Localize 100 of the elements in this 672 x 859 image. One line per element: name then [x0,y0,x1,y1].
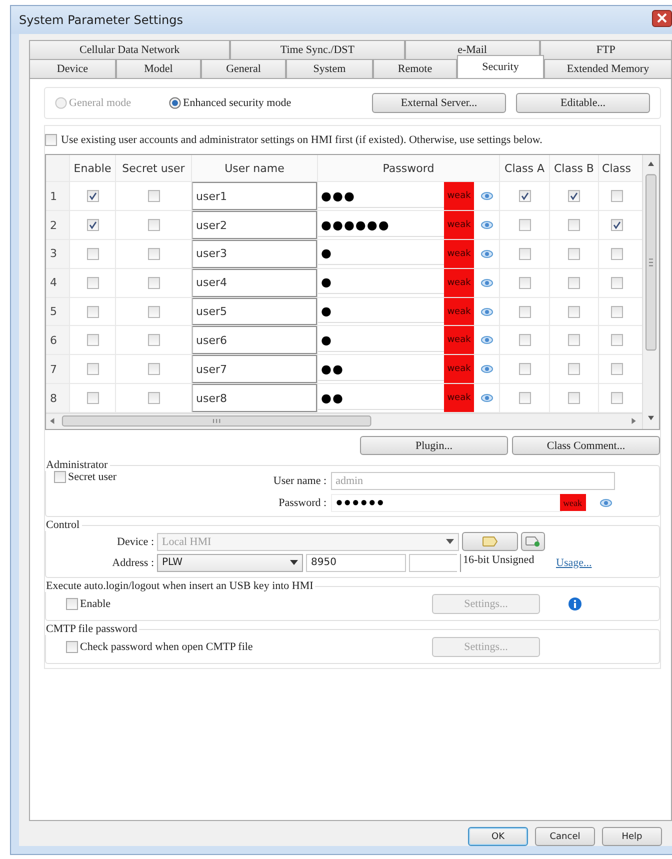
tab[interactable]: Extended Memory [544,59,672,78]
tab[interactable]: General [200,59,286,78]
checkbox[interactable] [148,334,160,346]
tab[interactable]: Remote [372,59,458,78]
horizontal-scrollbar[interactable] [46,412,642,429]
checkbox[interactable] [518,276,530,289]
tab[interactable]: Security [457,55,544,78]
eye-icon[interactable] [480,394,492,402]
checkbox[interactable] [148,306,160,318]
vertical-scrollbar[interactable] [642,155,659,429]
checkbox[interactable] [518,363,530,376]
checkbox[interactable] [54,471,66,483]
checkbox[interactable] [518,190,530,202]
checkbox[interactable] [86,219,98,232]
tab[interactable]: Device [29,59,116,78]
eye-icon[interactable] [480,308,492,316]
checkbox[interactable] [610,219,622,232]
checkbox[interactable] [610,190,622,202]
user-name-field[interactable]: user3 [192,240,317,268]
checkbox[interactable] [148,219,160,232]
checkbox[interactable] [610,392,622,404]
checkbox[interactable] [568,334,580,346]
checkbox[interactable] [610,334,622,346]
checkbox[interactable] [86,248,98,260]
strength-indicator: weak [444,240,474,268]
icon-button[interactable] [462,532,518,551]
dialog-button[interactable]: Plugin... [360,436,508,455]
user-name-field[interactable]: user6 [192,326,317,354]
tab[interactable]: Model [116,59,201,78]
user-name-field[interactable]: user5 [192,298,317,326]
checkbox[interactable] [610,306,622,318]
eye-icon[interactable] [480,221,492,230]
radio-option[interactable]: Enhanced security mode [169,97,292,109]
close-button[interactable] [652,10,672,26]
column-header: Password [318,155,500,182]
user-name-field[interactable]: user1 [192,182,317,210]
row-number: 2 [46,211,70,240]
dialog-button[interactable]: External Server... [372,93,506,113]
radio-icon [169,97,181,109]
checkbox[interactable] [568,306,580,318]
dialog-button[interactable]: Help [602,827,662,846]
checkbox[interactable] [86,306,98,318]
eye-icon[interactable] [600,498,612,506]
address-index-field[interactable] [409,554,457,572]
checkbox[interactable] [518,219,530,232]
tab[interactable]: System [286,59,373,78]
address-field[interactable]: 8950 [306,554,406,572]
checkbox[interactable] [148,248,160,260]
icon-button[interactable] [521,532,545,551]
checkbox[interactable] [568,190,580,202]
checkbox[interactable] [568,276,580,289]
tab[interactable]: Time Sync./DST [230,40,405,59]
usage-link[interactable]: Usage... [556,556,592,568]
user-name-field[interactable]: user7 [192,355,317,384]
row-number: 6 [46,326,70,354]
user-name-field[interactable]: user4 [192,268,317,297]
eye-icon[interactable] [480,365,492,374]
checkbox[interactable] [66,641,78,653]
checkbox[interactable] [610,248,622,260]
checkbox[interactable] [568,392,580,404]
checkbox[interactable] [86,363,98,376]
password-field[interactable]: ●●●●●● [330,494,562,512]
eye-icon[interactable] [480,278,492,287]
checkbox[interactable] [568,219,580,232]
dialog-button[interactable]: OK [468,827,528,846]
close-icon [657,13,667,23]
checkbox[interactable] [610,363,622,376]
checkbox[interactable] [148,363,160,376]
checkbox[interactable] [86,334,98,346]
checkbox[interactable] [86,392,98,404]
radio-icon [55,97,67,109]
column-header: User name [192,155,318,182]
checkbox[interactable] [86,190,98,202]
user-name-field[interactable]: user8 [192,384,317,412]
checkbox[interactable] [86,276,98,289]
dialog-button[interactable]: Class Comment... [512,436,660,455]
checkbox[interactable] [148,392,160,404]
dialog-button[interactable]: Cancel [535,827,595,846]
field-label: User name : [272,474,327,486]
strength-indicator: weak [444,355,474,384]
checkbox[interactable] [568,363,580,376]
checkbox[interactable] [518,392,530,404]
checkbox[interactable] [610,276,622,289]
checkbox[interactable] [568,248,580,260]
checkbox[interactable] [518,334,530,346]
checkbox[interactable] [518,306,530,318]
address-type-dropdown[interactable]: PLW [157,554,303,572]
eye-icon[interactable] [480,192,492,200]
tab[interactable]: Cellular Data Network [29,40,230,59]
checkbox-label: Use existing user accounts and administrator settings on HMI first (if existed). Otherwise, use settings below. [61,134,542,146]
checkbox[interactable] [148,276,160,289]
dialog-button[interactable]: Editable... [516,93,650,113]
user-name-field[interactable]: user2 [192,211,317,240]
tab[interactable]: FTP [540,40,672,59]
checkbox[interactable] [45,134,57,146]
checkbox[interactable] [518,248,530,260]
checkbox[interactable] [148,190,160,202]
eye-icon[interactable] [480,250,492,258]
eye-icon[interactable] [480,336,492,344]
checkbox[interactable] [66,598,78,610]
